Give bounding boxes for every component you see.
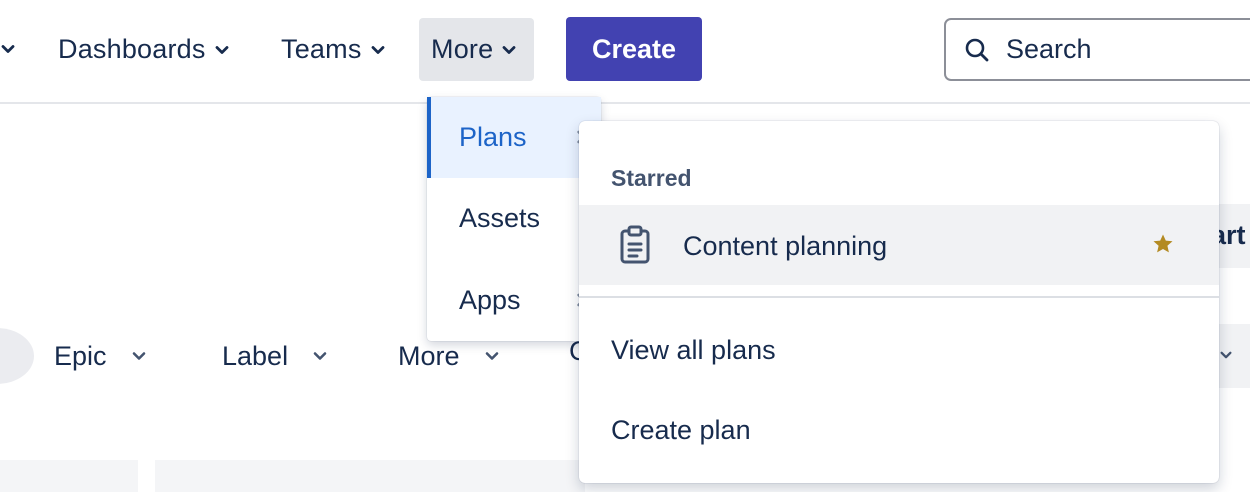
plans-flyout: Starred Content planning View all plans …	[579, 121, 1219, 483]
chevron-down-icon	[1220, 351, 1232, 359]
partial-button-label: art	[1219, 220, 1246, 250]
search-icon	[965, 38, 989, 61]
nav-more[interactable]: More	[419, 18, 534, 81]
chevron-down-icon	[502, 45, 516, 54]
chevron-down-icon	[313, 352, 327, 360]
chevron-down-icon	[485, 352, 498, 360]
divider	[579, 296, 1219, 298]
nav-teams-label: Teams	[281, 34, 362, 64]
starred-plan-item[interactable]: Content planning	[579, 205, 1219, 285]
menu-item-assets-label: Assets	[459, 203, 541, 233]
nav-more-label: More	[431, 34, 494, 64]
filter-epic[interactable]: Epic	[54, 336, 147, 376]
filter-label[interactable]: Label	[222, 336, 328, 376]
filter-epic-label: Epic	[54, 340, 107, 371]
plan-name: Content planning	[683, 231, 888, 261]
star-icon[interactable]	[1151, 232, 1175, 256]
nav-teams[interactable]: Teams	[281, 18, 386, 81]
chevron-down-icon[interactable]	[0, 41, 16, 57]
chevron-down-icon	[132, 352, 145, 360]
partial-filter[interactable]	[1219, 324, 1250, 388]
partial-button[interactable]: art	[1219, 204, 1250, 268]
menu-item-apps[interactable]: Apps	[427, 260, 601, 341]
search-box[interactable]	[944, 18, 1250, 81]
filter-more[interactable]: More	[398, 336, 500, 376]
view-all-plans-link[interactable]: View all plans	[611, 335, 776, 366]
clipboard-icon	[620, 225, 650, 264]
search-input[interactable]	[1006, 34, 1250, 65]
board-column	[155, 460, 585, 492]
filter-more-label: More	[398, 340, 460, 371]
menu-item-plans[interactable]: Plans	[427, 97, 601, 178]
create-plan-link[interactable]: Create plan	[611, 415, 751, 446]
starred-heading: Starred	[611, 165, 692, 191]
create-button[interactable]: Create	[566, 17, 702, 81]
avatar[interactable]	[0, 328, 34, 384]
top-navigation: Dashboards Teams More Create	[0, 0, 1250, 104]
chevron-down-icon	[215, 45, 228, 54]
menu-item-plans-label: Plans	[459, 122, 527, 152]
filter-label-label: Label	[222, 340, 289, 371]
nav-dashboards[interactable]: Dashboards	[58, 18, 230, 81]
board-column	[0, 460, 138, 492]
chevron-down-icon	[371, 45, 384, 54]
nav-dashboards-label: Dashboards	[58, 34, 206, 64]
more-dropdown: Plans Assets Apps	[427, 97, 601, 341]
menu-item-apps-label: Apps	[459, 285, 521, 315]
menu-item-assets[interactable]: Assets	[427, 178, 601, 259]
